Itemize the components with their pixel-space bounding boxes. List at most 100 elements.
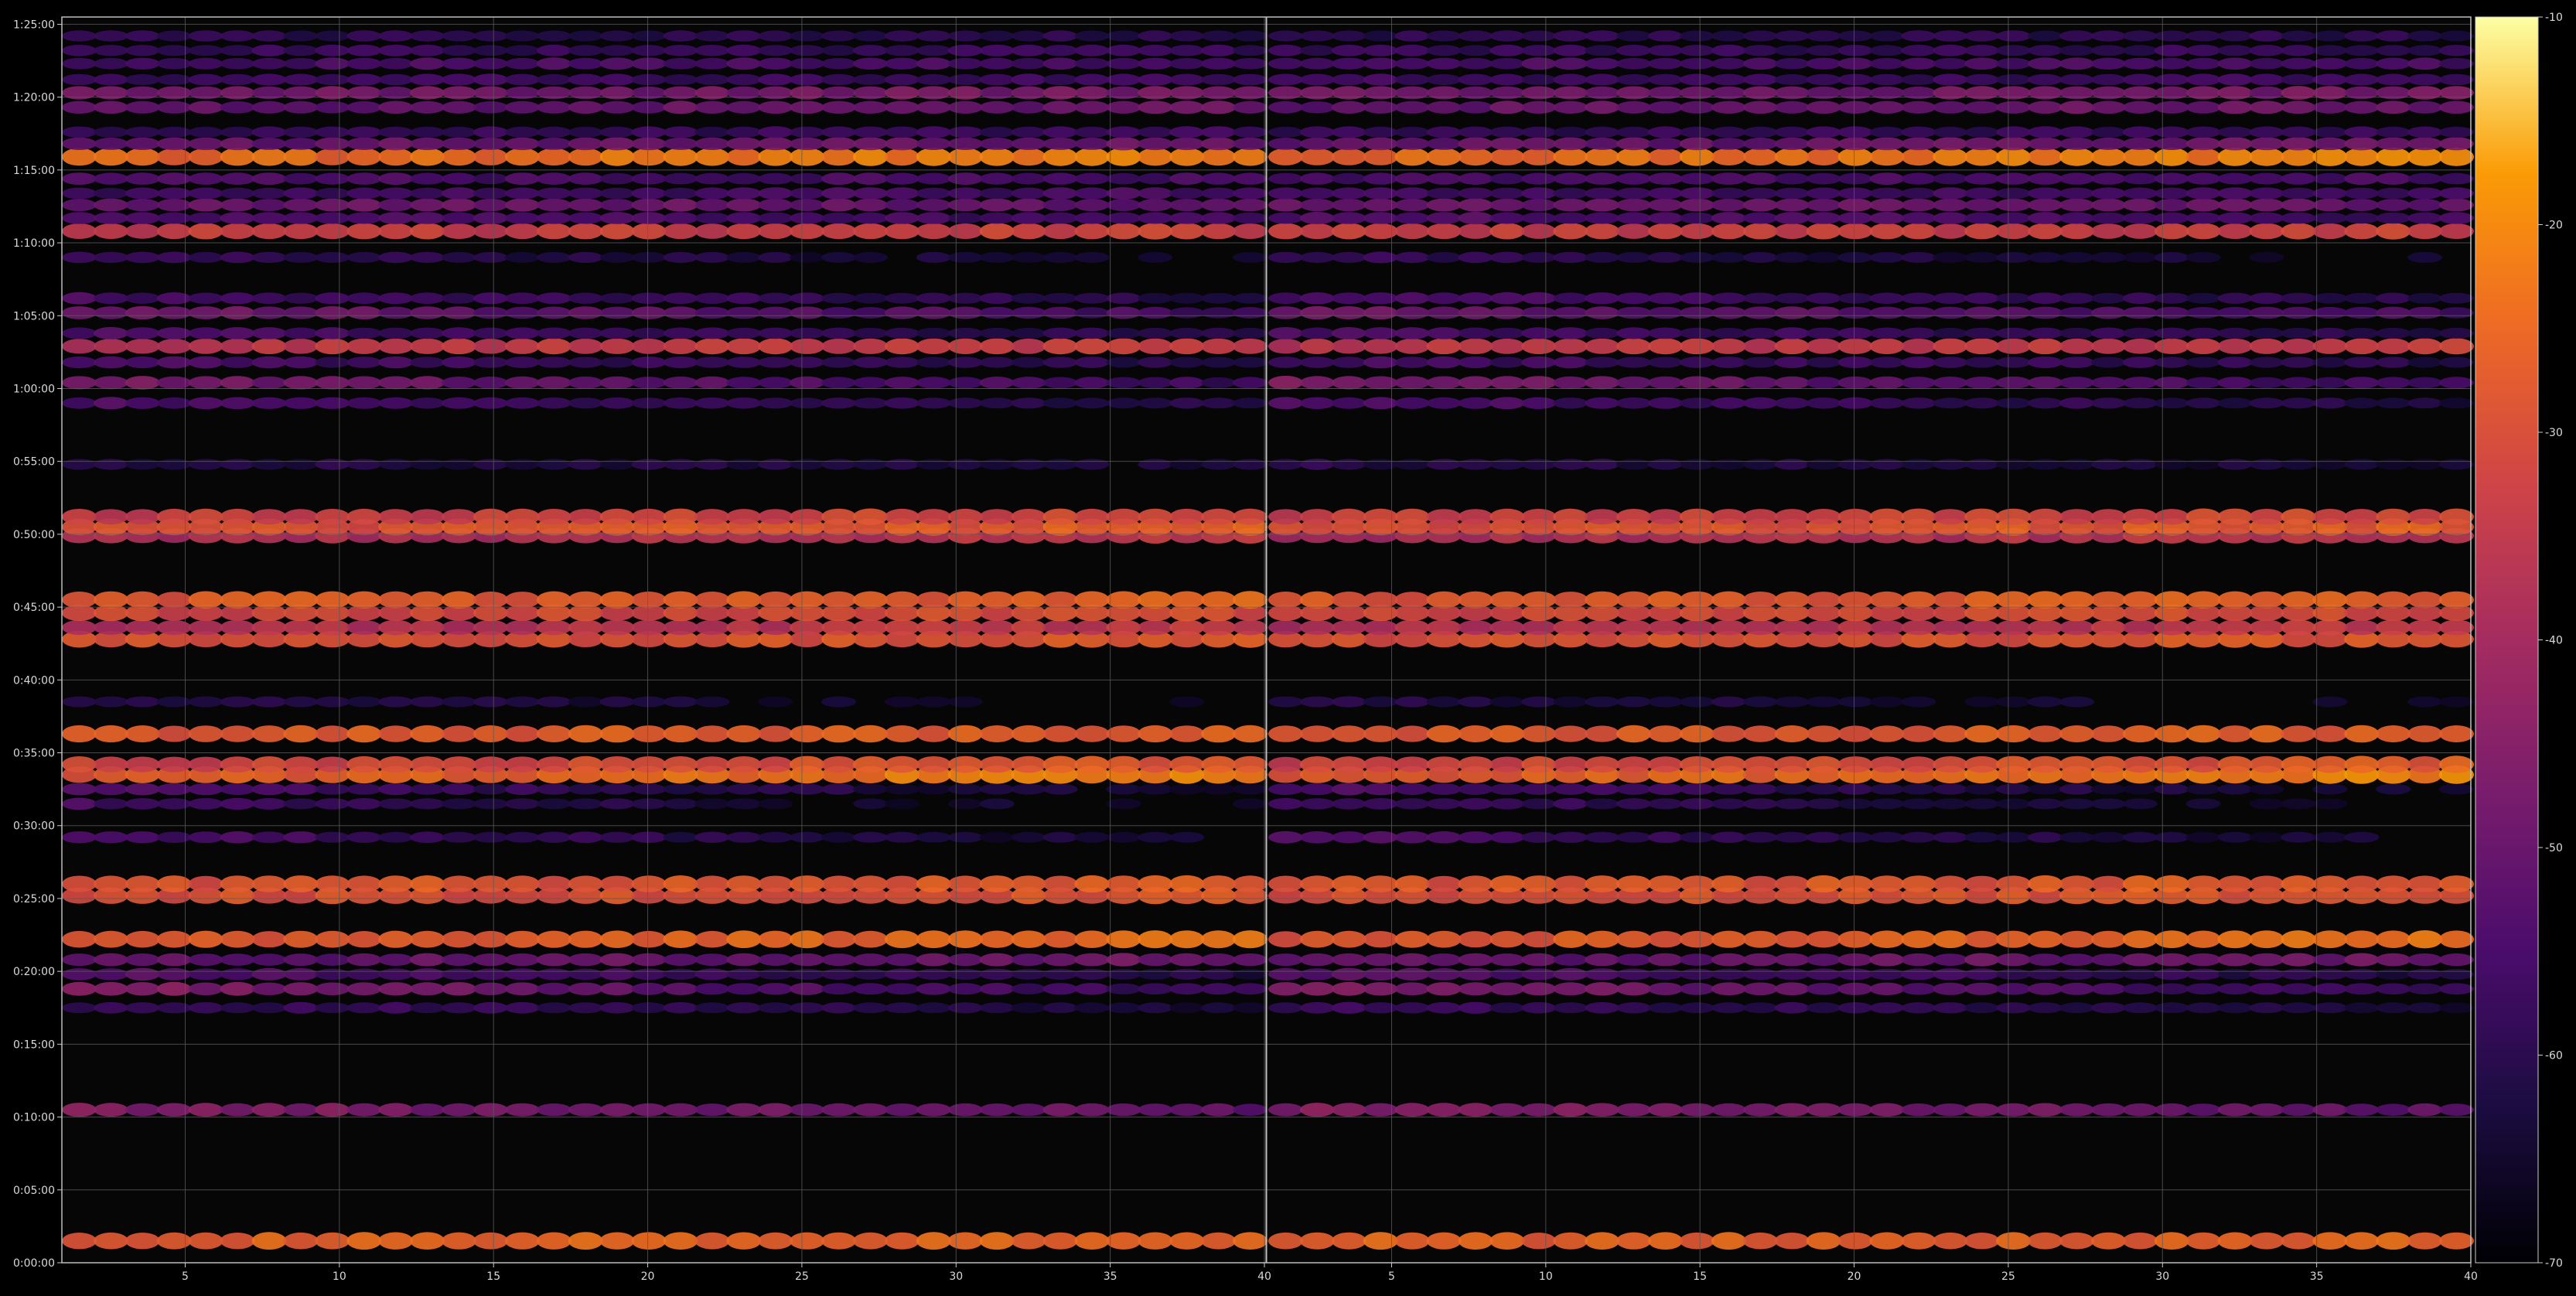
heatmap-cell [1268, 223, 1303, 240]
heatmap-cell [188, 619, 223, 636]
heatmap-cell [156, 1002, 192, 1014]
heatmap-cell [916, 212, 951, 224]
heatmap-cell [1585, 930, 1620, 948]
heatmap-cell [1711, 755, 1746, 773]
heatmap-cell [378, 199, 414, 212]
y-tick-label: 1:25:00 [13, 19, 55, 31]
heatmap-cell [2090, 968, 2126, 980]
heatmap-cell [1394, 725, 1430, 742]
heatmap-cell [2090, 338, 2126, 354]
heatmap-cell [62, 172, 97, 186]
heatmap-cell [2407, 875, 2443, 892]
heatmap-cell [504, 875, 540, 892]
heatmap-cell [884, 126, 920, 138]
heatmap-cell [504, 172, 540, 186]
heatmap-cell [2028, 725, 2063, 742]
heatmap-cell [2154, 875, 2189, 893]
heatmap-cell [1742, 509, 1778, 525]
heatmap-cell [916, 57, 951, 70]
y-tick-label: 0:30:00 [13, 820, 55, 833]
heatmap-cell [1616, 783, 1652, 795]
heatmap-cell [1616, 327, 1652, 339]
heatmap-cell [2312, 306, 2348, 319]
heatmap-cell [188, 1002, 223, 1014]
heatmap-cell [2407, 137, 2443, 151]
heatmap-cell [1169, 725, 1205, 742]
heatmap-cell [62, 148, 97, 166]
heatmap-cell [1869, 137, 1905, 151]
heatmap-cell [631, 45, 667, 56]
heatmap-cell [1521, 338, 1557, 354]
heatmap-cell [1042, 459, 1078, 470]
heatmap-cell [504, 1232, 540, 1250]
heatmap-cell [1901, 783, 1936, 795]
heatmap-cell [1268, 756, 1303, 772]
heatmap-cell [599, 137, 635, 151]
heatmap-cell [283, 509, 319, 525]
y-tick-label: 0:20:00 [13, 966, 55, 978]
heatmap-cell [1233, 338, 1268, 354]
heatmap-cell [125, 397, 160, 409]
heatmap-cell [1458, 338, 1493, 354]
heatmap-cell [853, 953, 888, 967]
heatmap-cell [1458, 126, 1493, 138]
heatmap-cell [2028, 755, 2063, 773]
heatmap-cell [1426, 875, 1462, 892]
heatmap-cell [536, 1103, 571, 1117]
heatmap-cell [790, 137, 825, 151]
heatmap-cell [2407, 619, 2443, 636]
heatmap-cell [2090, 306, 2126, 319]
heatmap-cell [1138, 930, 1173, 949]
heatmap-cell [1299, 212, 1335, 224]
heatmap-cell [884, 508, 920, 525]
heatmap-cell [1074, 223, 1110, 240]
heatmap-cell [1268, 783, 1303, 796]
heatmap-cell [663, 198, 698, 212]
heatmap-cell [1648, 968, 1683, 981]
heatmap-cell [442, 930, 476, 948]
heatmap-cell [1742, 875, 1778, 892]
heatmap-cell [1106, 101, 1141, 114]
heatmap-cell [1106, 930, 1141, 949]
heatmap-cell [315, 57, 350, 70]
heatmap-cell [1837, 756, 1873, 773]
heatmap-cell [504, 338, 540, 354]
heatmap-cell [251, 30, 287, 42]
heatmap-cell [2407, 509, 2443, 525]
heatmap-cell [504, 223, 540, 240]
heatmap-cell [1489, 137, 1525, 151]
heatmap-cell [188, 137, 223, 151]
heatmap-cell [1299, 148, 1335, 165]
heatmap-cell [1869, 875, 1905, 892]
heatmap-cell [2281, 137, 2316, 151]
heatmap-cell [2122, 875, 2158, 893]
heatmap-cell [947, 356, 983, 368]
heatmap-cell [536, 101, 571, 114]
heatmap-cell [1933, 212, 1968, 224]
heatmap-cell [1489, 1232, 1525, 1250]
heatmap-cell [2376, 725, 2411, 742]
heatmap-cell [853, 292, 888, 304]
heatmap-cell [1996, 223, 2032, 240]
heatmap-cell [884, 148, 920, 166]
heatmap-cell [1011, 983, 1046, 995]
heatmap-cell [315, 73, 350, 86]
heatmap-cell [1711, 57, 1746, 70]
heatmap-cell [1299, 783, 1335, 796]
heatmap-cell [821, 930, 857, 948]
heatmap-cell [1074, 953, 1110, 967]
heatmap-cell [62, 339, 97, 354]
heatmap-cell [1074, 397, 1110, 409]
heatmap-cell [947, 831, 983, 843]
heatmap-cell [694, 619, 730, 636]
heatmap-cell [1363, 696, 1398, 708]
heatmap-cell [1458, 101, 1493, 114]
heatmap-cell [663, 376, 698, 389]
heatmap-cell [1426, 459, 1462, 470]
heatmap-cell [568, 338, 603, 354]
heatmap-cell [1201, 1232, 1237, 1250]
heatmap-cell [1901, 30, 1936, 42]
heatmap-cell [1394, 187, 1430, 200]
heatmap-cell [1806, 619, 1841, 636]
heatmap-cell [1711, 126, 1746, 138]
